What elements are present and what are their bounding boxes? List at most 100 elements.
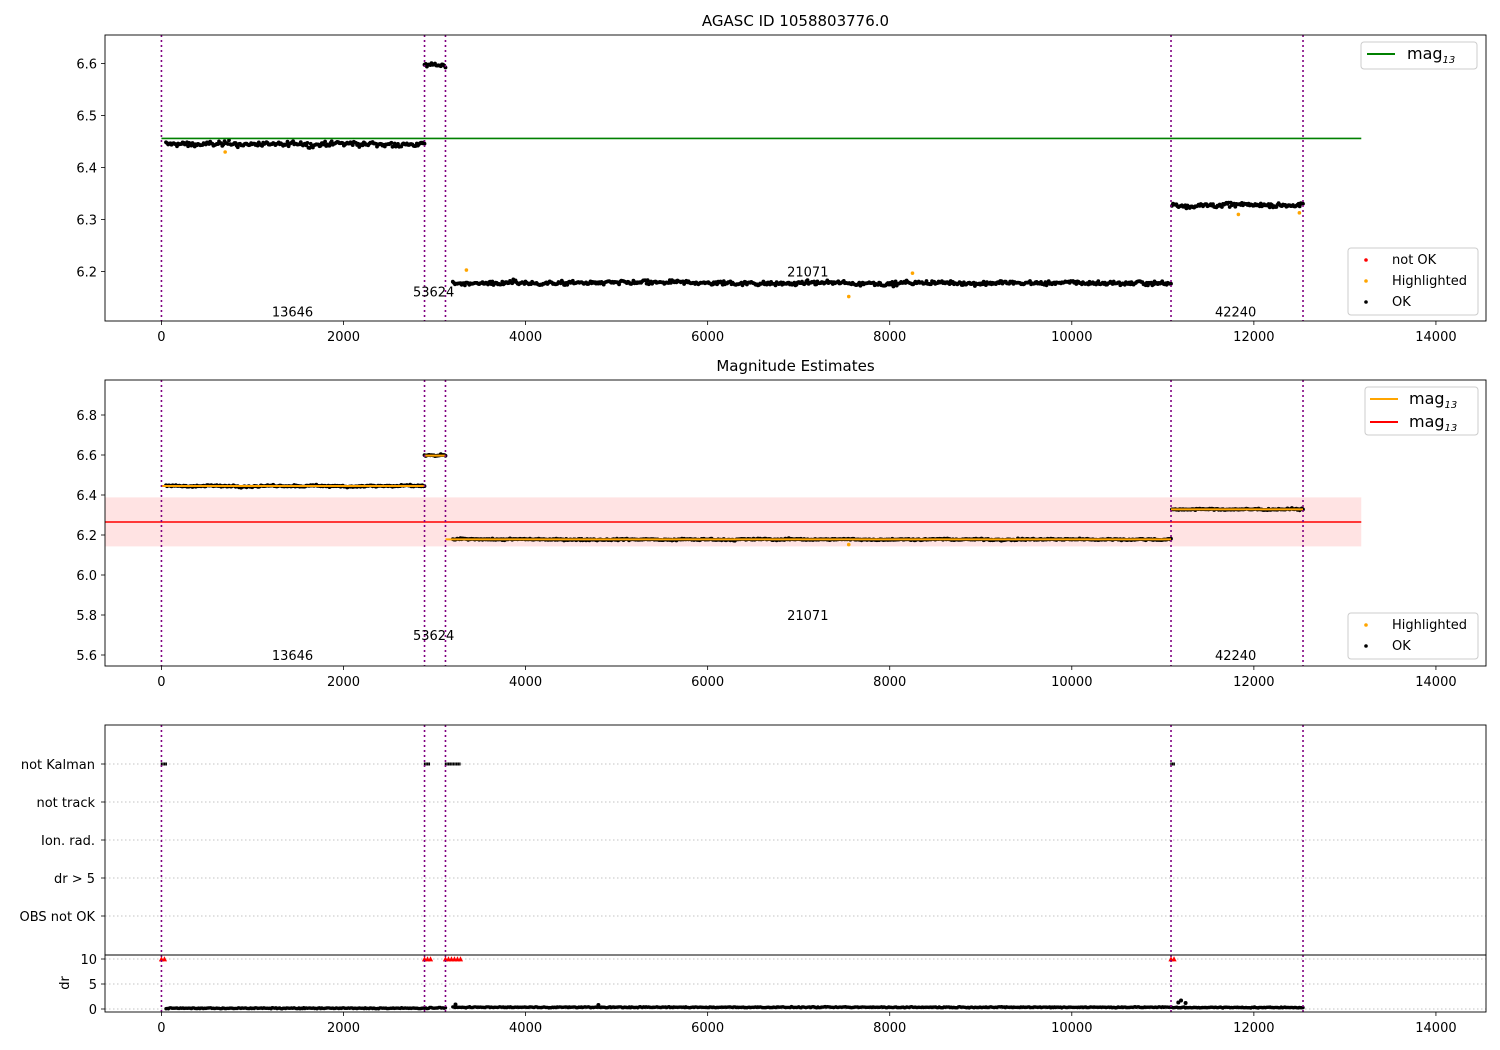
y-tick-label: 10 — [80, 953, 97, 968]
flag-label: OBS not OK — [20, 910, 96, 925]
y-tick-label: 6.3 — [76, 214, 97, 229]
x-tick-label: 6000 — [691, 675, 724, 690]
flag-label: Ion. rad. — [41, 834, 95, 849]
obsid-label: 53624 — [413, 285, 454, 300]
x-tick-label: 2000 — [327, 675, 360, 690]
x-tick-label: 6000 — [691, 330, 724, 345]
x-tick-label: 0 — [157, 330, 165, 345]
highlighted-point — [464, 268, 469, 272]
panel-title: AGASC ID 1058803776.0 — [702, 12, 889, 30]
legend-top: mag13 — [1360, 41, 1478, 70]
legend-marker — [1364, 623, 1368, 627]
x-tick-label: 2000 — [327, 1021, 360, 1036]
y-tick-label: 6.8 — [76, 409, 97, 424]
x-tick-label: 4000 — [509, 330, 542, 345]
flag-mark — [163, 762, 166, 766]
flag-mark — [455, 762, 458, 766]
highlighted-point — [223, 150, 227, 154]
obsid-label: 13646 — [272, 306, 313, 321]
legend-bottom: Highlighted OK — [1347, 612, 1479, 660]
y-tick-label: 6.5 — [76, 110, 97, 125]
x-tick-label: 8000 — [873, 1021, 906, 1036]
y-tick-label: 5.6 — [76, 649, 97, 664]
legend-label-main: mag — [1409, 389, 1445, 408]
panel-title: Magnitude Estimates — [716, 357, 874, 375]
obsid-label: 21071 — [787, 266, 828, 281]
x-tick-label: 6000 — [691, 1021, 724, 1036]
flag-mark — [454, 762, 456, 766]
ok-point — [389, 140, 394, 145]
flag-mark — [451, 762, 453, 766]
y-tick-label: 5.8 — [76, 609, 97, 624]
flag-mark — [162, 762, 164, 766]
x-tick-label: 0 — [157, 675, 165, 690]
dr-point — [596, 1003, 601, 1007]
legend-label: not OK — [1392, 253, 1437, 268]
highlighted-point — [1236, 212, 1241, 217]
flag-mark — [165, 762, 167, 766]
dr-point — [1183, 1001, 1188, 1005]
x-tick-label: 8000 — [873, 330, 906, 345]
x-tick-label: 12000 — [1233, 1021, 1274, 1036]
y-tick-label: 6.0 — [76, 569, 97, 584]
highlighted-point — [846, 542, 851, 547]
y-tick-label: 6.4 — [76, 489, 97, 504]
legend-top: mag13mag13 — [1364, 386, 1479, 436]
x-tick-label: 10000 — [1051, 330, 1092, 345]
x-tick-label: 14000 — [1415, 330, 1456, 345]
y-axis-label: dr — [58, 976, 73, 990]
flag-mark — [452, 762, 455, 766]
y-tick-label: 5 — [89, 978, 97, 993]
legend-bottom: not OK Highlighted OK — [1347, 247, 1479, 316]
legend-label: OK — [1392, 639, 1411, 654]
legend-label-main: mag — [1407, 44, 1443, 63]
legend-label-subscript: 13 — [1445, 400, 1458, 411]
y-tick-label: 6.2 — [76, 529, 97, 544]
x-tick-label: 0 — [157, 1021, 165, 1036]
flag-mark — [1173, 762, 1175, 766]
y-tick-label: 0 — [89, 1003, 97, 1018]
figure: AGASC ID 1058803776.0 13646 53624 21071 4224… — [0, 0, 1500, 1050]
x-tick-label: 12000 — [1233, 675, 1274, 690]
x-tick-label: 14000 — [1415, 1021, 1456, 1036]
flag-mark — [457, 762, 459, 766]
legend-label-subscript: 13 — [1443, 55, 1456, 66]
obsid-label: 42240 — [1215, 649, 1256, 664]
obsid-label: 53624 — [413, 629, 454, 644]
legend-marker — [1364, 258, 1368, 262]
flag-label: not Kalman — [21, 758, 95, 773]
legend-marker — [1364, 644, 1368, 648]
obsid-label: 13646 — [272, 649, 313, 664]
dr-point — [453, 1002, 458, 1007]
y-tick-label: 6.6 — [76, 449, 97, 464]
flag-mark — [449, 762, 451, 766]
legend-label: Highlighted — [1392, 618, 1467, 633]
legend-marker — [1364, 279, 1368, 283]
x-tick-label: 2000 — [327, 330, 360, 345]
x-tick-label: 4000 — [509, 675, 542, 690]
x-tick-label: 4000 — [509, 1021, 542, 1036]
obsid-label: 21071 — [787, 609, 828, 624]
legend-marker — [1364, 300, 1368, 304]
x-tick-label: 10000 — [1051, 1021, 1092, 1036]
legend-label: OK — [1392, 295, 1411, 310]
flag-label: dr > 5 — [54, 872, 95, 887]
highlighted-point — [846, 294, 851, 299]
legend-label-main: mag — [1409, 412, 1445, 431]
flag-mark — [425, 762, 427, 766]
y-tick-label: 6.2 — [76, 266, 97, 281]
y-tick-label: 6.4 — [76, 162, 97, 177]
flag-mark — [447, 762, 450, 766]
flag-mark — [428, 762, 431, 766]
y-tick-label: 6.6 — [76, 58, 97, 73]
x-tick-label: 14000 — [1415, 675, 1456, 690]
flag-label: not track — [36, 796, 95, 811]
x-tick-label: 8000 — [873, 675, 906, 690]
x-tick-label: 12000 — [1233, 330, 1274, 345]
highlighted-point — [1297, 211, 1302, 215]
flag-mark — [1171, 762, 1174, 766]
legend-label-subscript: 13 — [1445, 423, 1458, 434]
highlighted-point — [910, 271, 915, 275]
flag-mark — [427, 762, 429, 766]
x-tick-label: 10000 — [1051, 675, 1092, 690]
